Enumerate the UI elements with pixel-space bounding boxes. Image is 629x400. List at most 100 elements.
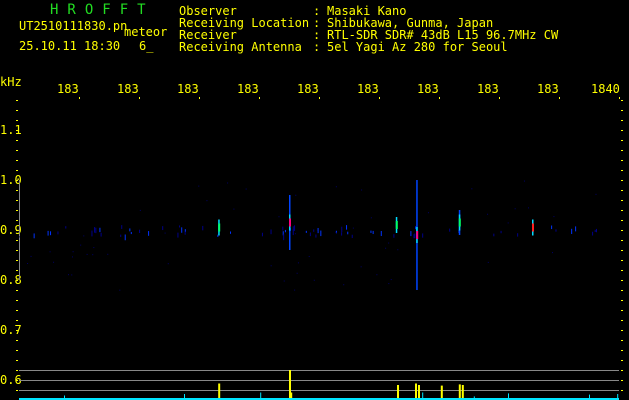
noise-dot [181,227,183,233]
noise-dot [493,233,495,237]
noise-dot [294,225,296,231]
noise-dot [179,225,181,228]
noise-dot [270,229,272,235]
y-tick-mark-right [621,240,623,241]
y-tick-mark-right [621,180,623,181]
noise-dot [139,229,141,233]
y-tick-mark [16,280,18,281]
noise-dot [121,225,123,229]
noise-dot [388,242,390,244]
noise-dot [361,189,363,191]
noise-dot [95,227,97,234]
y-tick-mark-right [621,290,623,291]
meter-bar [415,383,417,400]
y-tick-mark-right [621,170,623,171]
y-tick-mark [16,130,18,131]
noise-dot [184,231,186,235]
y-tick-mark [16,260,18,261]
noise-dot [372,230,374,235]
noise-dot [72,251,74,253]
noise-dot [53,261,55,263]
y-tick-mark [16,190,18,191]
meter-level-line [19,380,619,381]
y-tick-mark [16,370,18,371]
noise-dot [283,280,285,282]
noise-dot [270,265,272,267]
y-tick-mark-right [621,390,623,391]
noise-dot [523,180,525,182]
x-tick-mark [139,97,140,99]
y-tick-mark-right [621,140,623,141]
y-tick-mark-right [621,380,623,381]
y-tick-mark [16,390,18,391]
noise-dot [343,284,345,286]
noise-dot [313,279,315,281]
meteor-echo-peak [416,231,419,239]
y-tick-mark-right [621,310,623,311]
noise-dot [313,229,315,232]
y-tick-mark-right [621,150,623,151]
y-tick-mark-right [621,360,623,361]
x-tick-mark [439,97,440,99]
noise-dot [57,231,59,235]
noise-dot [507,222,509,224]
y-tick-mark [16,180,18,181]
noise-dot [370,230,372,233]
x-tick-mark [259,97,260,99]
meteor-echo-peak [289,218,291,227]
noise-dot [227,182,229,184]
noise-dot [471,188,473,190]
y-tick-mark-right [621,230,623,231]
noise-dot [296,272,298,274]
noise-dot [86,253,88,255]
y-tick-mark [16,270,18,271]
noise-dot [30,255,32,257]
noise-dot [514,208,516,210]
noise-dot [295,194,297,196]
noise-dot [99,227,101,233]
noise-dot [119,289,121,291]
noise-dot [393,234,395,238]
meter-level-line [19,390,619,391]
meteor-echo-peak [395,221,398,229]
noise-dot [162,226,164,231]
y-tick-mark [16,200,18,201]
y-tick-mark-right [621,270,623,271]
meter-bar [218,383,221,400]
y-tick-mark-right [621,330,623,331]
y-tick-mark-right [621,350,623,351]
noise-dot [551,252,553,254]
meter-bar [418,385,420,400]
y-tick-mark-right [621,260,623,261]
y-tick-mark [16,300,18,301]
y-tick-mark-right [621,320,623,321]
y-tick-mark-right [621,200,623,201]
noise-dot [202,225,204,231]
noise-dot [487,213,489,215]
noise-dot [278,216,280,218]
x-tick-mark [199,97,200,99]
y-tick-mark-right [621,280,623,281]
noise-dot [360,266,362,268]
noise-dot [49,251,51,253]
noise-dot [415,226,417,230]
noise-dot [50,231,52,236]
y-tick-mark [16,240,18,241]
y-tick-mark [16,330,18,331]
noise-dot [177,232,179,238]
noise-dot [33,233,35,239]
noise-dot [139,209,141,211]
noise-dot [71,256,73,258]
y-tick-mark-right [621,100,623,101]
x-tick-mark [559,97,560,99]
y-tick-mark [16,220,18,221]
noise-dot [245,188,247,190]
y-tick-mark [16,100,18,101]
y-tick-mark [16,150,18,151]
y-tick-mark-right [621,120,623,121]
x-tick-mark [379,97,380,99]
y-tick-mark [16,160,18,161]
noise-dot [528,207,530,209]
noise-dot [553,216,555,218]
noise-dot [283,234,285,241]
